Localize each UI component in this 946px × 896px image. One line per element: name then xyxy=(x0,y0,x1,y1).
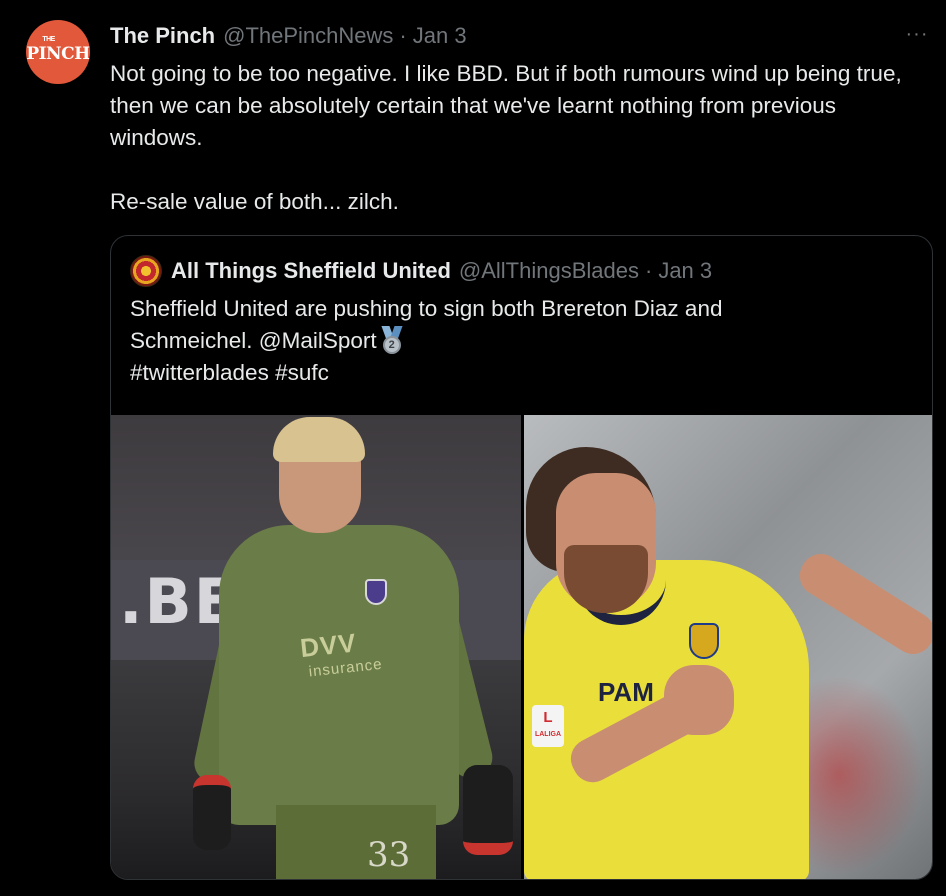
laliga-badge: L LALIGA xyxy=(532,705,564,747)
quoted-text-line: Schmeichel. @MailSport 2 xyxy=(130,325,910,357)
forward-jersey-sponsor: PAM xyxy=(598,677,654,707)
goalkeeper-photo[interactable]: .BE/ DVV insurance 33 xyxy=(111,415,521,879)
avatar-logo-text: PINCH xyxy=(26,44,90,64)
goalkeeper-shorts xyxy=(276,805,436,879)
tweet-paragraph: Not going to be too negative. I like BBD… xyxy=(110,61,902,150)
goalkeeper-hair xyxy=(273,417,365,462)
goalkeeper-glove xyxy=(463,765,513,855)
medal-number: 2 xyxy=(382,336,401,354)
tweet-date[interactable]: Jan 3 xyxy=(413,23,467,49)
second-place-medal-icon: 2 xyxy=(381,326,403,354)
quoted-tweet-text: Sheffield United are pushing to sign bot… xyxy=(130,293,910,389)
avatar-logo-small: THE xyxy=(42,36,55,43)
more-options-icon[interactable]: ··· xyxy=(902,20,932,50)
header-separator: · xyxy=(399,23,407,48)
forward-arm xyxy=(792,546,932,662)
avatar-logo: THE PINCH xyxy=(26,36,90,64)
quoted-header-separator: · xyxy=(644,258,653,283)
quoted-tweet-header: All Things Sheffield United @AllThingsBl… xyxy=(130,255,712,287)
forward-fist xyxy=(664,665,734,735)
author-handle[interactable]: @ThePinchNews xyxy=(223,23,393,49)
laliga-mark: L xyxy=(543,709,553,726)
quoted-text-line: Sheffield United are pushing to sign bot… xyxy=(130,296,723,321)
quoted-author-handle[interactable]: @AllThingsBlades xyxy=(459,258,639,284)
tweet-header: The Pinch @ThePinchNews · Jan 3 xyxy=(110,22,467,50)
quoted-author-avatar[interactable] xyxy=(130,255,162,287)
author-name[interactable]: The Pinch xyxy=(110,23,215,49)
quoted-tweet-date[interactable]: Jan 3 xyxy=(658,258,712,284)
quoted-hashtags[interactable]: #twitterblades #sufc xyxy=(130,357,910,389)
goalkeeper-glove xyxy=(193,775,231,850)
forward-photo[interactable]: PAM L LALIGA xyxy=(524,415,932,879)
quoted-text-mention: Schmeichel. @MailSport xyxy=(130,328,377,353)
jersey-sponsor-name: DVV xyxy=(298,627,359,664)
tweet: THE PINCH The Pinch @ThePinchNews · Jan … xyxy=(0,0,946,896)
jersey-sponsor: DVV insurance xyxy=(299,625,384,681)
tweet-text: Not going to be too negative. I like BBD… xyxy=(110,58,930,218)
tweet-paragraph: Re-sale value of both... zilch. xyxy=(110,189,399,214)
club-crest-icon xyxy=(689,623,719,659)
quoted-tweet[interactable]: All Things Sheffield United @AllThingsBl… xyxy=(110,235,933,880)
author-avatar[interactable]: THE PINCH xyxy=(26,20,90,84)
laliga-label: LALIGA xyxy=(534,731,562,738)
quoted-media-grid: .BE/ DVV insurance 33 PAM L LALIGA xyxy=(111,415,932,879)
kit-number: 33 xyxy=(367,835,411,875)
quoted-author-name[interactable]: All Things Sheffield United xyxy=(171,258,451,284)
club-crest-icon xyxy=(365,579,387,605)
